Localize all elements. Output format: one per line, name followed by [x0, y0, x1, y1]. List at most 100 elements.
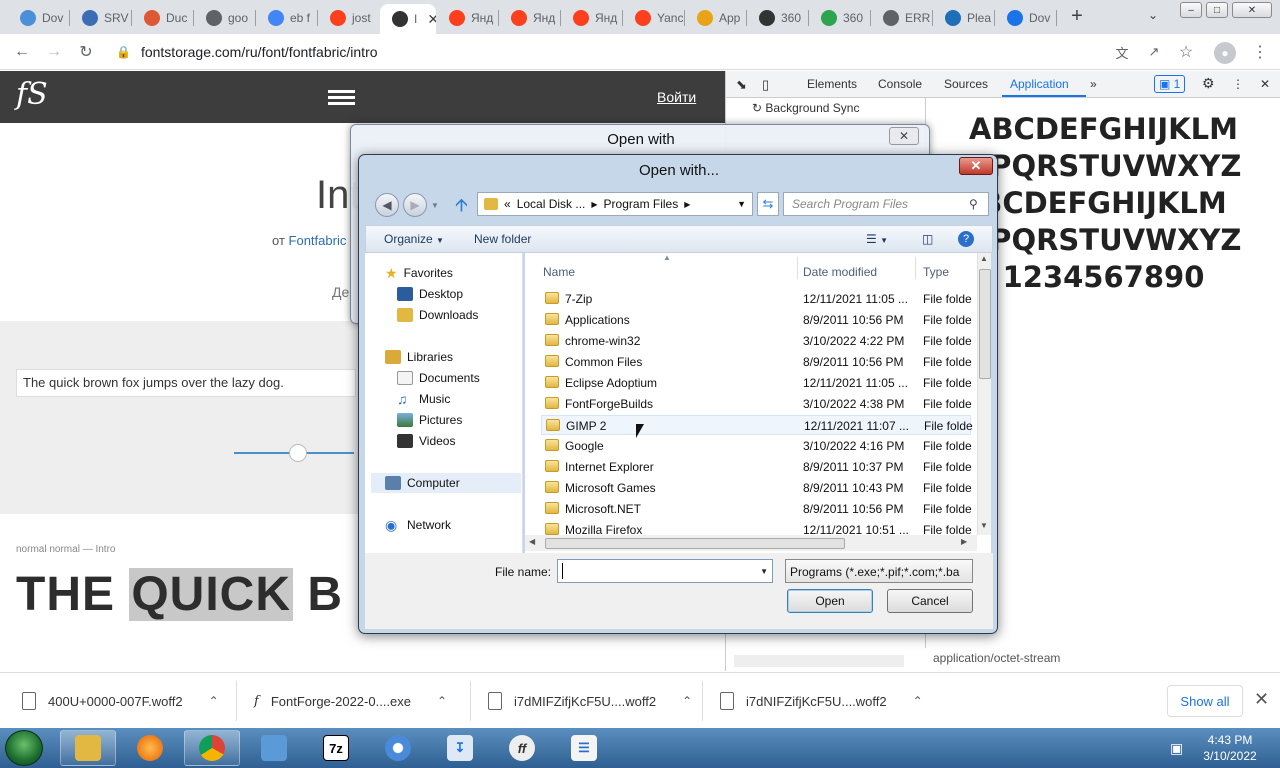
file-row[interactable]: Applications 8/9/2011 10:56 PM File folde — [541, 310, 972, 330]
tab[interactable]: Dov — [8, 5, 69, 31]
new-folder-button[interactable]: New folder — [474, 232, 531, 246]
menu-kebab-icon[interactable]: ⋮ — [1250, 42, 1270, 62]
tab[interactable]: Янд — [437, 5, 498, 31]
translate-icon[interactable]: 文 — [1112, 42, 1132, 62]
more-tabs-icon[interactable]: » — [1090, 77, 1097, 91]
recent-dropdown-icon[interactable]: ▼ — [431, 201, 439, 210]
dialog-close-button[interactable]: ✕ — [959, 157, 993, 175]
show-all-button[interactable]: Show all — [1167, 685, 1243, 717]
devtools-close-icon[interactable]: ✕ — [1260, 77, 1270, 91]
network-tray-icon[interactable]: ▣ — [1170, 740, 1183, 757]
preview-pane-icon[interactable]: ◫ — [922, 232, 933, 246]
tab-console[interactable]: Console — [878, 77, 922, 91]
close-downloads-icon[interactable]: ✕ — [1254, 689, 1269, 710]
address-bar[interactable]: 🔒 fontstorage.com/ru/font/fontfabric/int… — [116, 37, 1266, 67]
tab[interactable]: App — [685, 5, 746, 31]
file-type-select[interactable]: Programs (*.exe;*.pif;*.com;*.ba — [785, 559, 973, 583]
profile-avatar-icon[interactable]: ● — [1214, 42, 1236, 64]
download-item[interactable]: f FontForge-2022-0....exe ⌃ — [254, 687, 447, 715]
tab[interactable]: I ✕ — [380, 4, 436, 34]
nav-network[interactable]: ◉ Network — [385, 515, 543, 535]
tab[interactable]: Plea — [933, 5, 994, 31]
tab[interactable]: 360 — [809, 5, 870, 31]
column-header-type[interactable]: Type — [923, 265, 949, 279]
file-row[interactable]: FontForgeBuilds 3/10/2022 4:38 PM File fol… — [541, 394, 972, 414]
organize-menu[interactable]: Organize ▼ — [384, 232, 444, 246]
scroll-right-arrow-icon[interactable]: ▶ — [961, 537, 967, 546]
taskbar-chromium[interactable] — [370, 730, 426, 766]
tab[interactable]: goo — [194, 5, 255, 31]
size-slider-knob[interactable] — [289, 444, 307, 462]
refresh-icon[interactable]: ⇆ — [757, 192, 779, 216]
tab-application[interactable]: Application — [1010, 77, 1069, 91]
tab[interactable]: Янд — [561, 5, 622, 31]
scroll-up-arrow-icon[interactable]: ▲ — [980, 254, 988, 263]
forward-arrow-icon[interactable]: ▶ — [403, 193, 427, 217]
file-row[interactable]: Eclipse Adoptium 12/11/2021 11:05 ... File… — [541, 373, 972, 393]
file-name-input[interactable]: ▼ — [557, 559, 773, 583]
file-row[interactable]: Microsoft Games 8/9/2011 10:43 PM File fol… — [541, 478, 972, 498]
tab[interactable]: SRV — [70, 5, 131, 31]
horizontal-scroll-thumb[interactable] — [545, 538, 845, 549]
nav-favorites[interactable]: ★ Favorites — [385, 263, 543, 283]
breadcrumb-program-files[interactable]: Program Files — [604, 197, 679, 211]
cancel-button[interactable]: Cancel — [887, 589, 973, 613]
taskbar-7zip[interactable]: 7z — [308, 730, 364, 766]
download-item[interactable]: 400U+0000-007F.woff2 ⌃ — [22, 687, 219, 715]
column-header-name[interactable]: Name — [543, 265, 575, 279]
dialog-back-close-button[interactable]: ✕ — [889, 127, 919, 145]
search-input[interactable]: Search Program Files — [783, 192, 989, 216]
close-window-button[interactable]: ✕ — [1232, 2, 1272, 18]
scroll-left-arrow-icon[interactable]: ◀ — [529, 537, 535, 546]
taskbar-control-panel[interactable] — [246, 730, 302, 766]
view-options-icon[interactable]: ☰ ▼ — [866, 232, 888, 246]
folder-breadcrumb[interactable]: « Local Disk ... ▶ Program Files ▶ ▼ — [477, 192, 753, 216]
file-row[interactable]: Microsoft.NET 8/9/2011 10:56 PM File folde — [541, 499, 972, 519]
tab[interactable]: Dov — [995, 5, 1056, 31]
chevron-down-icon[interactable]: ▼ — [760, 567, 768, 576]
taskbar-tasks[interactable]: ☰ — [556, 730, 612, 766]
nav-libraries[interactable]: Libraries — [385, 347, 543, 367]
column-header-date[interactable]: Date modified — [803, 265, 877, 279]
tab-search-icon[interactable]: ⌄ — [1148, 8, 1158, 22]
sample-text-input[interactable]: The quick brown fox jumps over the lazy … — [16, 369, 356, 397]
breadcrumb-local-disk[interactable]: Local Disk ... — [517, 197, 586, 211]
new-tab-button[interactable]: + — [1066, 6, 1088, 28]
inspect-icon[interactable]: ⬊ — [736, 77, 747, 93]
tab-elements[interactable]: Elements — [807, 77, 857, 91]
file-row[interactable]: Google 3/10/2022 4:16 PM File folde — [541, 436, 972, 456]
tab[interactable]: ERR — [871, 5, 932, 31]
up-folder-icon[interactable]: 🡩 — [455, 193, 468, 223]
sidebar-item-background-sync[interactable]: ↻ Background Sync — [752, 101, 859, 115]
taskbar-clock[interactable]: 4:43 PM 3/10/2022 — [1190, 732, 1270, 764]
vertical-scrollbar[interactable]: ▲ ▼ — [977, 253, 991, 535]
tab[interactable]: eb f — [256, 5, 317, 31]
tab[interactable]: Duc — [132, 5, 193, 31]
devtools-h-scrollbar[interactable] — [734, 655, 904, 667]
foundry-link[interactable]: Fontfabric — [289, 233, 347, 248]
open-button[interactable]: Open — [787, 589, 873, 613]
taskbar-firefox[interactable] — [122, 730, 178, 766]
back-arrow-icon[interactable]: ◀ — [375, 193, 399, 217]
download-link[interactable]: Де — [332, 284, 349, 300]
file-row[interactable]: Common Files 8/9/2011 10:56 PM File folde — [541, 352, 972, 372]
maximize-button[interactable]: □ — [1206, 2, 1228, 18]
close-tab-icon[interactable]: ✕ — [427, 11, 436, 28]
help-icon[interactable]: ? — [958, 231, 974, 247]
file-row[interactable]: GIMP 2 12/11/2021 11:07 ... File folde — [541, 415, 973, 435]
issues-badge[interactable]: ▣ 1 — [1154, 75, 1186, 93]
site-logo[interactable]: fS — [16, 77, 48, 112]
download-item[interactable]: i7dMIFZifjKcF5U....woff2 ⌃ — [488, 687, 692, 715]
taskbar-chrome[interactable] — [184, 730, 240, 766]
share-icon[interactable]: ↗ — [1144, 42, 1164, 62]
download-item[interactable]: i7dNIFZifjKcF5U....woff2 ⌃ — [720, 687, 923, 715]
tab[interactable]: Янд — [499, 5, 560, 31]
tab[interactable]: 360 — [747, 5, 808, 31]
tab-sources[interactable]: Sources — [944, 77, 988, 91]
settings-gear-icon[interactable]: ⚙ — [1202, 75, 1215, 92]
breadcrumb-dropdown-icon[interactable]: ▼ — [737, 199, 746, 209]
chevron-up-icon[interactable]: ⌃ — [913, 694, 923, 708]
tab[interactable]: jost — [318, 5, 379, 31]
reload-icon[interactable]: ↻ — [76, 42, 96, 62]
bookmark-star-icon[interactable]: ☆ — [1176, 42, 1196, 62]
